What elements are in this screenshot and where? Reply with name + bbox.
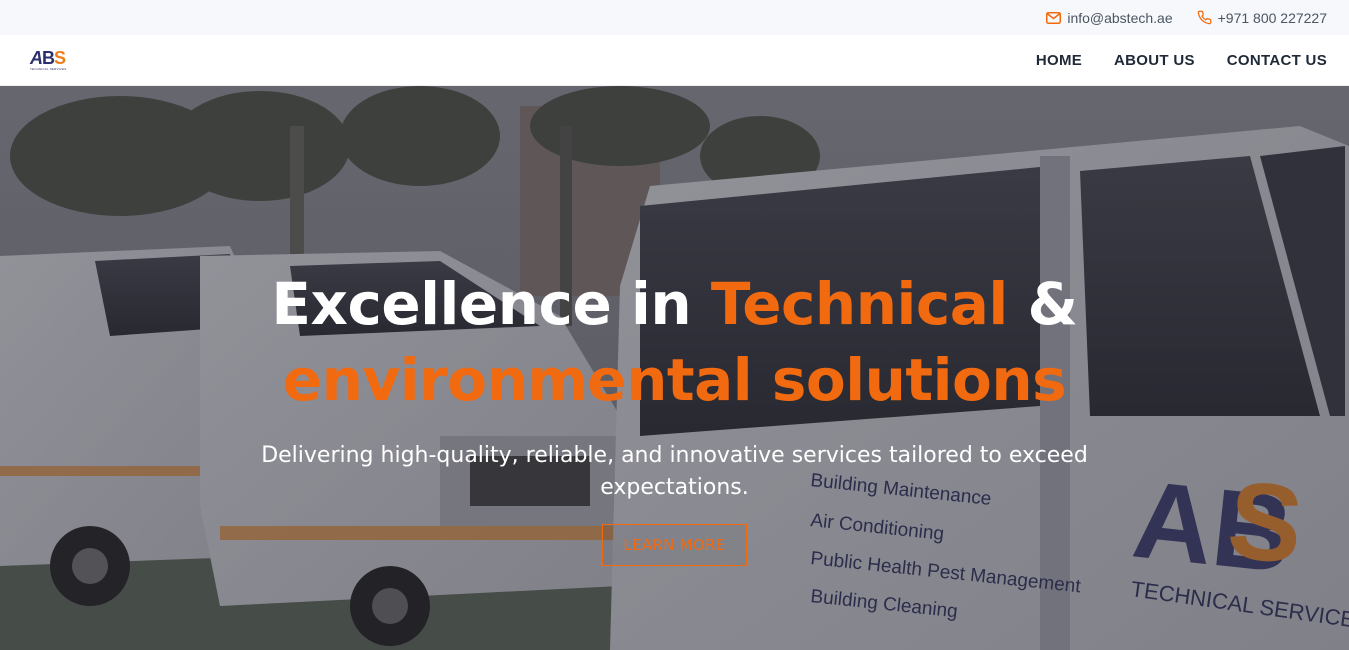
- phone-link[interactable]: +971 800 227227: [1197, 10, 1327, 26]
- phone-text: +971 800 227227: [1217, 9, 1327, 26]
- main-nav: HOME ABOUT US CONTACT US: [1036, 52, 1327, 69]
- nav-home[interactable]: HOME: [1036, 52, 1082, 69]
- hero-content: Excellence in Technical & environmental …: [0, 266, 1349, 566]
- hero-title-part1: Excellence in: [271, 270, 711, 338]
- nav-contact-us[interactable]: CONTACT US: [1227, 52, 1327, 69]
- site-logo[interactable]: ABS TECHNICAL SERVICES: [30, 49, 66, 71]
- logo-mark: ABS: [30, 48, 66, 68]
- hero-title-part2: &: [1007, 270, 1078, 338]
- site-header: ABS TECHNICAL SERVICES HOME ABOUT US CON…: [0, 35, 1349, 86]
- logo-letter-s: S: [54, 48, 66, 68]
- email-text: info@abstech.ae: [1067, 9, 1173, 26]
- mail-icon: [1046, 11, 1062, 24]
- logo-letter-b: B: [42, 48, 55, 68]
- phone-icon: [1197, 10, 1212, 25]
- logo-letter-a: A: [30, 48, 43, 68]
- hero-section: AB S TECHNICAL SERVICES Building Mainten…: [0, 86, 1349, 650]
- email-link[interactable]: info@abstech.ae: [1046, 9, 1173, 26]
- hero-lead-text: Delivering high-quality, reliable, and i…: [261, 443, 1088, 500]
- learn-more-button[interactable]: LEARN MORE: [602, 524, 747, 566]
- hero-title-accent1: Technical: [710, 270, 1008, 338]
- hero-title-accent2: environmental solutions: [282, 346, 1067, 414]
- top-contact-bar: info@abstech.ae +971 800 227227: [0, 0, 1349, 35]
- nav-about-us[interactable]: ABOUT US: [1114, 52, 1195, 69]
- logo-subtitle: TECHNICAL SERVICES: [30, 67, 67, 71]
- hero-title: Excellence in Technical & environmental …: [0, 266, 1349, 418]
